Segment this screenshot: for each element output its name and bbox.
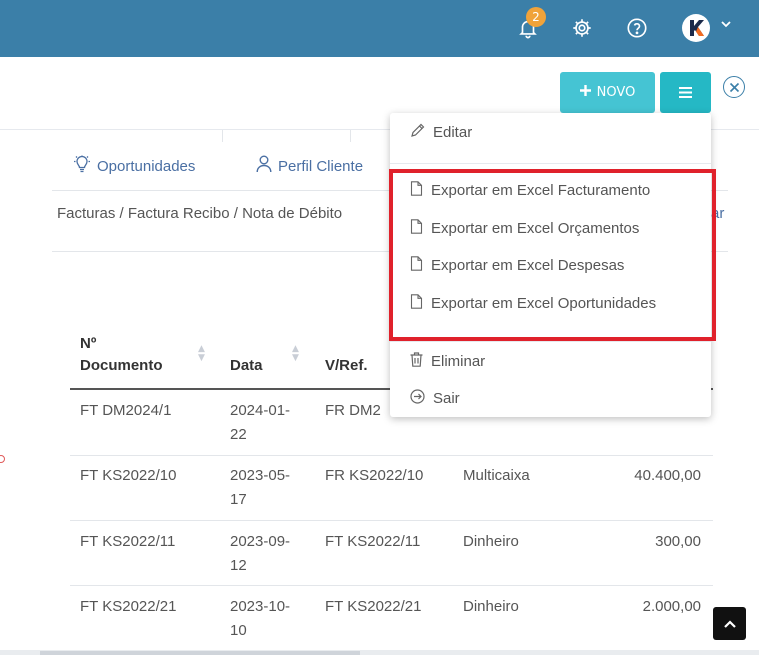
scroll-to-top-button[interactable] [713,607,746,640]
highlight-box [389,169,716,341]
hamburger-icon [679,83,692,102]
divider [350,130,351,142]
cell-doc: FT KS2022/11 [80,533,176,550]
scrollbar-thumb[interactable] [40,651,360,655]
column-header-data[interactable]: Data [230,355,263,377]
cell-payment: Multicaixa [463,467,530,484]
cell-date-line2: 17 [230,491,247,508]
chevron-up-icon [723,614,737,633]
cell-date-line1: 2024-01- [230,402,291,419]
breadcrumb: Facturas / Factura Recibo / Nota de Débi… [57,205,343,222]
cell-payment: Dinheiro [463,533,519,550]
column-header-documento-line1: Nº [80,335,97,352]
cell-doc: FT KS2022/21 [80,598,177,615]
menu-item-sair-label: Sair [433,390,460,407]
cell-amount: 40.400,00 [634,467,701,484]
avatar[interactable] [682,14,710,42]
menu-item-sair[interactable]: Sair [410,389,460,408]
tab-oportunidades-label: Oportunidades [97,157,196,175]
gear-icon[interactable] [569,15,595,41]
cell-date-line1: 2023-09- [230,533,291,550]
cell-date: 2023-09- 12 [230,530,290,578]
cell-amount: 2.000,00 [642,598,701,615]
row-divider [70,520,713,521]
cell-doc: FT KS2022/10 [80,467,177,484]
lightbulb-icon [73,155,91,177]
cell-date: 2023-05- 17 [230,464,290,512]
divider [222,130,223,142]
menu-button[interactable] [660,72,711,113]
cell-date-line2: 22 [230,426,247,443]
row-divider [70,455,713,456]
cell-date: 2024-01- 22 [230,399,290,447]
menu-item-eliminar[interactable]: Eliminar [410,352,485,371]
cell-date-line2: 12 [230,557,247,574]
column-header-documento[interactable]: Nº Documento [80,333,163,377]
help-icon[interactable] [624,15,650,41]
trash-icon [410,352,423,371]
user-icon [256,155,272,177]
menu-divider [390,341,711,342]
cell-doc: FT DM2024/1 [80,402,172,419]
cell-date-line1: 2023-05- [230,467,291,484]
new-button-label: NOVO [596,85,636,100]
new-button[interactable]: NOVO [560,72,655,113]
exit-icon [410,389,425,408]
cell-ref: FR DM2 [325,402,381,419]
chevron-down-icon[interactable] [720,18,732,34]
menu-item-eliminar-label: Eliminar [431,353,486,370]
row-divider [70,585,713,586]
menu-item-editar-label: Editar [433,124,473,141]
sort-icon[interactable]: ▲ ▼ [292,345,299,363]
cell-date-line2: 10 [230,622,247,639]
menu-divider [390,163,711,164]
cell-ref: FT KS2022/11 [325,533,421,550]
column-header-documento-line2: Documento [80,357,163,374]
sort-icon[interactable]: ▲ ▼ [198,345,205,363]
close-icon[interactable] [723,76,745,98]
tab-perfil-cliente-label: Perfil Cliente [278,157,364,175]
cell-date: 2023-10- 10 [230,595,290,643]
tab-oportunidades[interactable]: Oportunidades [73,155,195,177]
cell-amount: 300,00 [655,533,701,550]
status-dot [0,455,5,463]
cell-ref: FT KS2022/21 [325,598,422,615]
cell-ref: FR KS2022/10 [325,467,424,484]
plus-icon [579,85,591,100]
notification-badge: 2 [526,7,546,27]
pencil-icon [410,123,425,142]
column-header-ref[interactable]: V/Ref. [325,355,368,377]
tab-perfil-cliente[interactable]: Perfil Cliente [256,155,363,177]
cell-date-line1: 2023-10- [230,598,291,615]
cell-payment: Dinheiro [463,598,519,615]
menu-item-editar[interactable]: Editar [410,123,472,142]
